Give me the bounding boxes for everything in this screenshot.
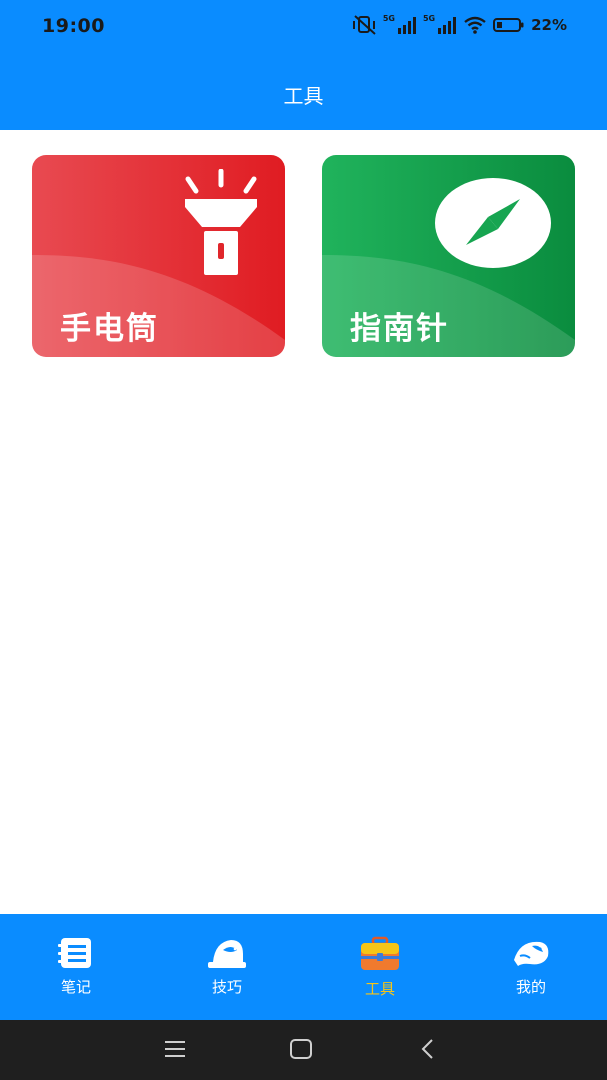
nav-item-notes[interactable]: 笔记 — [26, 936, 126, 1008]
compass-icon — [434, 177, 552, 273]
compass-label: 指南针 — [350, 311, 449, 347]
status-time: 19:00 — [42, 15, 105, 37]
network-type-1: 5G — [382, 13, 395, 23]
nav-label-mine: 我的 — [515, 978, 546, 996]
nav-label-notes: 笔记 — [60, 978, 91, 996]
header: 工具 — [0, 56, 607, 130]
battery-icon — [493, 17, 525, 33]
back-icon[interactable] — [416, 1036, 442, 1066]
nav-label-tools: 工具 — [364, 980, 395, 998]
status-icons: 5G 5G 22% — [352, 13, 567, 35]
flashlight-card[interactable]: 手电筒 — [32, 155, 285, 357]
page-title: 工具 — [283, 84, 324, 108]
status-bar: 19:00 5G 5G 22% — [0, 0, 607, 56]
signal-icon — [397, 16, 417, 34]
toolbox-icon — [330, 936, 430, 976]
bottom-nav: 笔记 技巧 工具 我的 — [0, 914, 607, 1020]
nav-item-tips[interactable]: 技巧 — [177, 936, 277, 1008]
wifi-icon — [463, 16, 487, 34]
nav-item-mine[interactable]: 我的 — [481, 936, 581, 1008]
compass-card[interactable]: 指南针 — [322, 155, 575, 357]
menu-icon[interactable] — [162, 1036, 188, 1066]
notebook-icon — [26, 936, 126, 974]
system-nav-bar — [0, 1020, 607, 1080]
flashlight-icon — [182, 168, 262, 283]
mute-vibrate-icon — [352, 15, 377, 35]
fishing-hat-icon — [177, 936, 277, 974]
nav-label-tips: 技巧 — [211, 978, 242, 996]
fish-icon — [481, 936, 581, 974]
battery-percent: 22% — [531, 16, 567, 34]
nav-item-tools[interactable]: 工具 — [330, 936, 430, 1008]
network-type-2: 5G — [422, 13, 436, 23]
flashlight-label: 手电筒 — [60, 311, 159, 347]
home-icon[interactable] — [288, 1036, 314, 1066]
signal-icon — [437, 16, 457, 34]
